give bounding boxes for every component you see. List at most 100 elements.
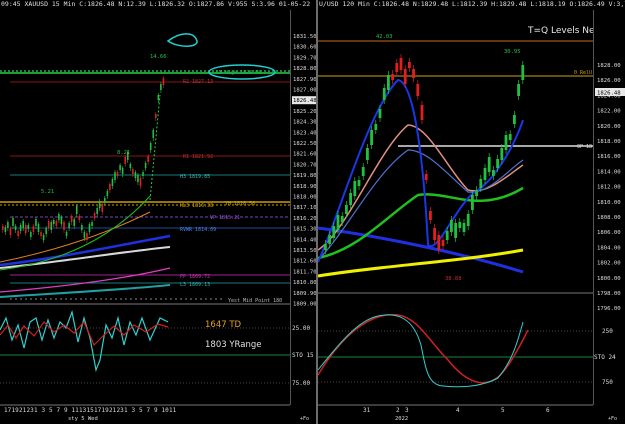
price-axis-label: 1830.60	[293, 45, 317, 51]
pp-label: PP 1809.72	[180, 274, 210, 280]
price-axis-label: 1815.30	[293, 227, 317, 233]
candle-body	[408, 62, 411, 68]
candle-body	[14, 226, 17, 230]
r-stoch-red	[318, 313, 529, 384]
l3-label: L3 1809.13	[180, 282, 210, 288]
candle-body	[471, 195, 474, 210]
left-price-axis[interactable]: 1831.50 1830.60 1829.70 1828.80 1827.90 1827.…	[290, 10, 317, 405]
op-label: OP 18	[577, 144, 592, 150]
candle-body	[109, 184, 111, 190]
candle-body	[500, 148, 504, 160]
candle-body	[403, 69, 407, 84]
candle-body	[50, 222, 53, 230]
candle-body	[324, 244, 327, 250]
price-axis-label: 1806.00	[597, 230, 621, 236]
right-year: 2022	[395, 416, 409, 422]
candle-body	[433, 228, 436, 240]
left-chart-pane[interactable]: 09:45 XAUUSD 15 Min C:1826.48 N:12.39 L:…	[0, 0, 317, 424]
candle-body	[98, 201, 101, 208]
candle-body	[144, 163, 147, 168]
price-axis-label: 1822.00	[597, 109, 621, 115]
price-axis-label: 1800.00	[597, 276, 621, 282]
candle-body	[466, 214, 470, 226]
candle-body	[336, 215, 340, 230]
candle-body	[155, 114, 157, 118]
r-wave-label-2: 30.95	[504, 49, 521, 55]
candle-body	[42, 235, 45, 240]
right-time-axis[interactable]: 31 2 3 4 5 6	[318, 407, 593, 416]
lm-high-label: LM High 1828.56	[216, 70, 261, 76]
candle-body	[96, 208, 98, 214]
time-axis-label: 13	[79, 407, 87, 414]
price-axis-label: 1821.60	[293, 152, 317, 158]
candle-body	[124, 157, 126, 164]
price-axis-label: 1798.00	[597, 291, 621, 297]
time-axis-label: 4	[456, 407, 460, 414]
right-chart-title: T=Q Levels Ne	[527, 26, 595, 36]
candle-body	[40, 232, 42, 236]
td-label: 1647 TD	[205, 320, 242, 330]
candle-body	[22, 221, 24, 228]
candle-body	[504, 135, 508, 150]
time-axis-label: 5	[501, 407, 505, 414]
candle-body	[12, 218, 14, 226]
wave-label-2: 8.21	[117, 150, 130, 156]
candle-body	[2, 226, 4, 230]
candle-body	[508, 134, 512, 140]
candle-body	[19, 225, 22, 231]
candle-body	[445, 231, 449, 240]
yest-mid-label: Yest Mid Point 180	[228, 298, 282, 304]
candle-body	[370, 130, 373, 145]
right-price-axis[interactable]: 1828.00 1826.00 1824.00 1822.00 1820.00 1818.…	[593, 10, 625, 405]
right-chart-pane[interactable]: U/USD 120 Min C:1826.48 N:1829.48 L:1812…	[318, 0, 625, 424]
candle-body	[412, 69, 415, 78]
price-axis-label: 1796.00	[597, 306, 621, 312]
time-axis-label: 7	[56, 407, 61, 414]
candle-body	[93, 213, 96, 218]
candle-body	[160, 84, 162, 90]
price-axis-label: 1814.40	[293, 237, 317, 243]
candle-body	[47, 221, 50, 228]
candle-body	[32, 226, 35, 232]
candle-body	[462, 223, 466, 232]
candle-body	[139, 178, 142, 186]
candle-body	[475, 190, 478, 196]
candle-body	[416, 84, 420, 96]
time-axis-label: 1	[124, 407, 128, 414]
candle-body	[345, 205, 348, 214]
stoch-cyan	[0, 309, 169, 373]
candle-body	[391, 74, 394, 80]
price-axis-label: 1822.50	[293, 141, 317, 147]
candle-body	[487, 157, 491, 172]
price-axis-label: 1812.00	[597, 185, 621, 191]
candle-body	[340, 216, 344, 222]
time-axis-label: 3	[131, 407, 136, 414]
price-axis-label: 1827.90	[293, 77, 317, 83]
candle-body	[357, 180, 361, 186]
time-axis-label: 10	[161, 407, 169, 414]
candle-body	[17, 231, 19, 236]
candle-body	[116, 172, 119, 176]
time-axis-label: 21	[109, 407, 117, 414]
left-time-axis[interactable]: 17 19 21 23 1 3 5 7 9 11 13 15 17 19 21 23 1 3 5 7 9 10 11	[0, 407, 290, 416]
price-axis-label: 1818.00	[597, 139, 621, 145]
r-ind-level-2: STO 24	[594, 354, 616, 361]
h3-label: H3 1819.85	[180, 174, 210, 180]
candle-body	[149, 143, 152, 150]
time-axis-label: 19	[101, 407, 109, 414]
time-axis-label: 6	[546, 407, 550, 414]
candle-body	[517, 84, 520, 96]
candle-body	[441, 240, 445, 246]
rvwr-label: RVWR 1814.09	[180, 227, 216, 233]
price-axis-label: 1816.00	[597, 154, 621, 160]
price-axis-label: 1814.00	[597, 169, 621, 175]
price-axis-label: 1816.20	[293, 216, 317, 222]
candle-body	[35, 219, 37, 226]
candle-body	[63, 222, 65, 230]
time-axis-label: 11	[169, 407, 177, 414]
price-axis-label: 1810.80	[293, 280, 317, 286]
candle-body	[424, 174, 428, 180]
price-axis-label: 1810.00	[597, 200, 621, 206]
candle-body	[7, 222, 9, 228]
price-axis-label: 1826.00	[597, 78, 621, 84]
